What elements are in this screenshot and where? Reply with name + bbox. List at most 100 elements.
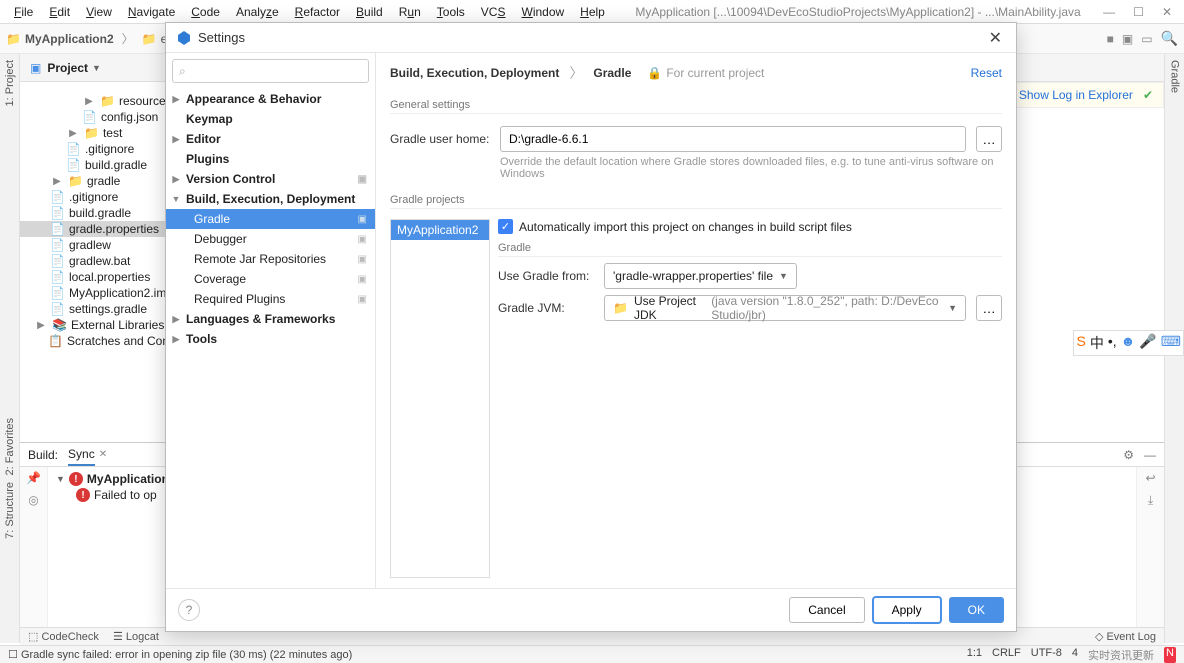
menu-tools[interactable]: Tools — [429, 3, 473, 21]
cat-lang[interactable]: ▶Languages & Frameworks — [166, 309, 375, 329]
search-input[interactable] — [190, 64, 367, 79]
lock-icon: 🔒 — [647, 66, 662, 80]
wrap-icon[interactable]: ↩ — [1145, 471, 1155, 485]
ime-keyboard-icon[interactable]: ⌨ — [1161, 333, 1181, 353]
cancel-button[interactable]: Cancel — [789, 597, 864, 623]
browse-button[interactable]: … — [976, 126, 1002, 152]
tab-structure[interactable]: 7: Structure — [4, 482, 16, 539]
news-badge: 实时资讯更新 — [1088, 647, 1154, 663]
status-pos[interactable]: 1:1 — [967, 647, 982, 663]
main-menu: File Edit View Navigate Code Analyze Ref… — [0, 0, 1184, 24]
close-window-icon[interactable]: ✕ — [1162, 5, 1172, 19]
cat-tools[interactable]: ▶Tools — [166, 329, 375, 349]
jvm-browse-button[interactable]: … — [976, 295, 1002, 321]
gradle-user-home-input[interactable] — [500, 126, 966, 152]
use-gradle-select[interactable]: 'gradle-wrapper.properties' file ▼ — [604, 263, 797, 289]
menu-file[interactable]: File — [6, 3, 41, 21]
label-user-home: Gradle user home: — [390, 132, 490, 146]
ime-cn-icon[interactable]: 中 — [1090, 333, 1104, 353]
status-message: Gradle sync failed: error in opening zip… — [21, 649, 352, 661]
status-bar: ☐ Gradle sync failed: error in opening z… — [0, 645, 1184, 663]
gradle-project-list[interactable]: MyApplication2 — [390, 219, 490, 578]
menu-refactor[interactable]: Refactor — [287, 3, 348, 21]
ime-s-icon[interactable]: S — [1076, 333, 1085, 353]
settings-breadcrumb: Build, Execution, Deployment 〉 Gradle 🔒F… — [390, 63, 1002, 83]
crumb-project[interactable]: 📁 MyApplication2 — [6, 32, 114, 46]
menu-window[interactable]: Window — [513, 3, 572, 21]
auto-import-checkbox[interactable]: ✓ — [498, 219, 513, 234]
reset-link[interactable]: Reset — [971, 66, 1002, 80]
chevron-down-icon: ▼ — [170, 194, 182, 204]
menu-navigate[interactable]: Navigate — [120, 3, 183, 21]
ime-punct-icon[interactable]: •, — [1108, 333, 1117, 353]
status-crlf[interactable]: CRLF — [992, 647, 1021, 663]
status-spaces[interactable]: 4 — [1072, 647, 1078, 663]
label-use-gradle: Use Gradle from: — [498, 269, 594, 283]
cat-coverage[interactable]: Coverage▣ — [166, 269, 375, 289]
search-icon[interactable]: 🔍 — [1161, 30, 1178, 47]
menu-analyze[interactable]: Analyze — [228, 3, 287, 21]
dialog-title: Settings — [198, 30, 245, 45]
cat-editor[interactable]: ▶Editor — [166, 129, 375, 149]
chevron-right-icon: ▶ — [82, 94, 96, 108]
ime-mic-icon[interactable]: 🎤 — [1139, 333, 1156, 353]
tab-sync[interactable]: Sync — [68, 444, 95, 466]
tab-gradle[interactable]: Gradle — [1169, 60, 1181, 93]
status-enc[interactable]: UTF-8 — [1031, 647, 1062, 663]
debug-config-icon[interactable]: ▣ — [1122, 32, 1133, 46]
project-list-item[interactable]: MyApplication2 — [391, 220, 489, 240]
cat-remotejar[interactable]: Remote Jar Repositories▣ — [166, 249, 375, 269]
cat-vcs[interactable]: ▶Version Control▣ — [166, 169, 375, 189]
ok-button[interactable]: OK — [949, 597, 1004, 623]
status-icon[interactable]: ☐ — [8, 648, 18, 661]
tab-project[interactable]: 1: Project — [4, 60, 16, 106]
subsection-gradle: Gradle — [498, 242, 1002, 257]
menu-run[interactable]: Run — [391, 3, 429, 21]
tab-eventlog[interactable]: ◇ Event Log — [1095, 630, 1156, 643]
menu-code[interactable]: Code — [183, 3, 228, 21]
scroll-icon[interactable]: ⤓ — [1148, 493, 1153, 508]
tab-logcat[interactable]: ☰ Logcat — [113, 630, 159, 643]
help-button[interactable]: ? — [178, 599, 200, 621]
minimize-icon[interactable]: — — [1103, 5, 1115, 19]
settings-search[interactable]: ⌕ — [172, 59, 369, 83]
cat-gradle[interactable]: Gradle▣ — [166, 209, 375, 229]
chevron-right-icon: ▶ — [170, 94, 182, 105]
cat-appearance[interactable]: ▶Appearance & Behavior — [166, 89, 375, 109]
project-view-selector[interactable]: Project ▼ — [47, 61, 101, 75]
tab-favorites[interactable]: 2: Favorites — [4, 418, 16, 475]
search-icon: ⌕ — [179, 64, 186, 79]
gear-icon[interactable]: ⚙ — [1123, 448, 1134, 462]
window-title: MyApplication [...\10094\DevEcoStudioPro… — [613, 5, 1103, 19]
pin-icon[interactable]: 📌 — [26, 471, 41, 485]
close-dialog-icon[interactable]: ✕ — [985, 28, 1006, 48]
cat-debugger[interactable]: Debugger▣ — [166, 229, 375, 249]
minimize-panel-icon[interactable]: — — [1144, 448, 1156, 462]
tab-codecheck[interactable]: ⬚ CodeCheck — [28, 630, 99, 643]
cat-plugins[interactable]: Plugins — [166, 149, 375, 169]
stop-icon[interactable]: ■ — [1107, 32, 1114, 46]
menu-build[interactable]: Build — [348, 3, 391, 21]
chevron-down-icon: ▼ — [779, 271, 788, 281]
chevron-right-icon: ▶ — [34, 318, 48, 332]
menu-help[interactable]: Help — [572, 3, 613, 21]
apply-button[interactable]: Apply — [873, 597, 941, 623]
open-files-icon[interactable]: ▭ — [1141, 32, 1152, 46]
target-icon[interactable]: ◎ — [28, 493, 38, 507]
left-tool-strip: 1: Project 2: Favorites 7: Structure — [0, 54, 20, 643]
menu-view[interactable]: View — [78, 3, 120, 21]
close-tab-icon[interactable]: ✕ — [99, 449, 107, 460]
news-icon[interactable]: N — [1164, 647, 1176, 663]
dialog-titlebar: Settings ✕ — [166, 23, 1016, 53]
ime-smile-icon[interactable]: ☻ — [1121, 333, 1136, 353]
cat-reqplugins[interactable]: Required Plugins▣ — [166, 289, 375, 309]
cat-keymap[interactable]: Keymap — [166, 109, 375, 129]
gradle-jvm-select[interactable]: 📁 Use Project JDK (java version "1.8.0_2… — [604, 295, 966, 321]
show-log-link[interactable]: Show Log in Explorer — [1019, 88, 1133, 102]
menu-edit[interactable]: Edit — [41, 3, 78, 21]
folder-icon: 📁 — [613, 301, 628, 315]
cat-bed[interactable]: ▼Build, Execution, Deployment — [166, 189, 375, 209]
ime-toolbar[interactable]: S 中 •, ☻ 🎤 ⌨ — [1073, 330, 1184, 356]
maximize-icon[interactable]: ☐ — [1133, 5, 1144, 19]
menu-vcs[interactable]: VCS — [473, 3, 514, 21]
